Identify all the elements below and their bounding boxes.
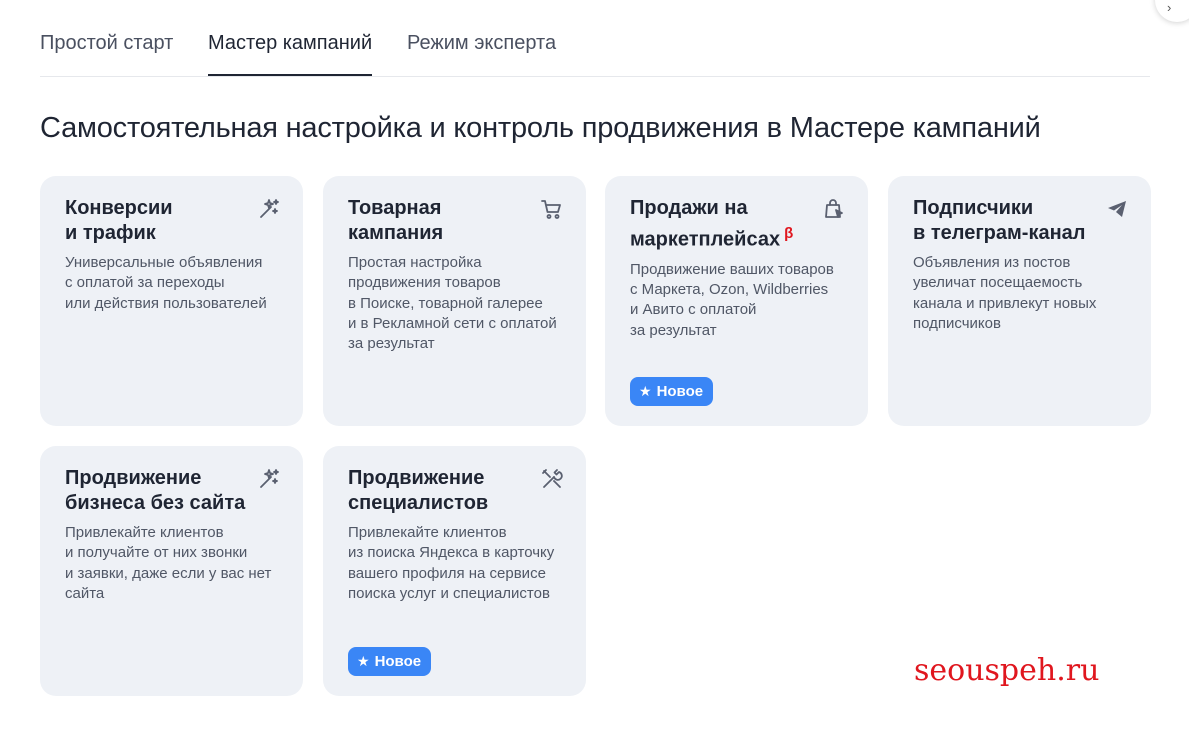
telegram-icon: [1108, 201, 1126, 217]
card-product-campaign[interactable]: Товарная кампания Простая настройка прод…: [323, 176, 586, 426]
card-title: Товарная кампания: [348, 197, 444, 244]
mode-tabs: Простой старт Мастер кампаний Режим эксп…: [40, 0, 1150, 77]
card-title: Продажи на маркетплейсах β: [630, 197, 794, 251]
card-marketplace-sales[interactable]: Продажи на маркетплейсах β Продвижение ва…: [605, 176, 868, 426]
card-description: Привлекайте клиентов и получайте от них …: [65, 524, 272, 602]
card-description: Универсальные объявления с оплатой за пе…: [65, 254, 267, 312]
badge-label: Новое: [374, 653, 422, 670]
page-title: Самостоятельная настройка и контроль про…: [40, 112, 1041, 144]
new-badge: ★ Новое: [630, 377, 714, 406]
card-specialists-promotion[interactable]: Продвижение специалистов Привлекайте кли…: [323, 446, 586, 696]
card-conversions-traffic[interactable]: Конверсии и трафик Универсальные объявле…: [40, 176, 303, 426]
card-telegram-subscribers[interactable]: Подписчики в телеграм-канал Объявления и…: [888, 176, 1151, 426]
card-title: Продвижение бизнеса без сайта: [65, 467, 246, 514]
chevron-right-icon: ›: [1167, 0, 1172, 15]
tools-icon: [542, 469, 563, 488]
card-business-without-site[interactable]: Продвижение бизнеса без сайта Привлекайт…: [40, 446, 303, 696]
card-description: Привлекайте клиентов из поиска Яндекса в…: [348, 524, 555, 602]
card-description: Простая настройка продвижения товаров в …: [348, 254, 557, 353]
tab-simple-start[interactable]: Простой старт: [40, 32, 173, 76]
star-icon: ★: [639, 383, 652, 399]
card-description: Продвижение ваших товаров с Маркета, Ozo…: [630, 260, 834, 339]
card-title: Продвижение специалистов: [348, 467, 489, 514]
badge-label: Новое: [656, 383, 704, 400]
card-title: Конверсии и трафик: [65, 197, 173, 244]
cart-icon: [541, 200, 561, 219]
shopping-bag-icon: [825, 199, 843, 218]
watermark: seouspeh.ru: [914, 653, 1100, 688]
tab-campaign-master[interactable]: Мастер кампаний: [208, 32, 373, 76]
card-title: Подписчики в телеграм-канал: [913, 197, 1086, 244]
card-description: Объявления из постов увеличат посещаемос…: [913, 254, 1097, 332]
scroll-next-button[interactable]: ›: [1155, 0, 1189, 22]
star-icon: ★: [357, 653, 370, 669]
magic-wand-icon: [260, 469, 279, 488]
magic-wand-icon: [260, 199, 279, 218]
new-badge: ★ Новое: [348, 647, 432, 676]
beta-badge: β: [784, 225, 794, 242]
tab-expert-mode[interactable]: Режим эксперта: [407, 32, 556, 76]
